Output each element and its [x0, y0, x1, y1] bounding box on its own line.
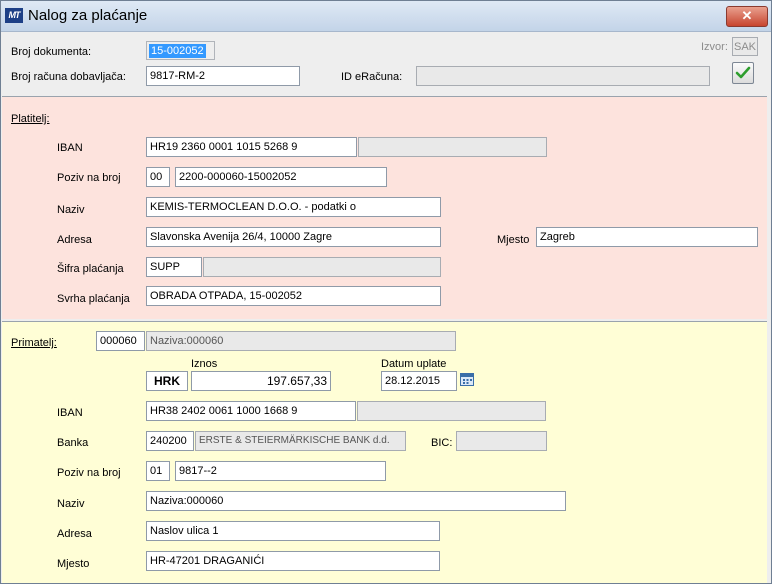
platitelj-naziv-field[interactable]: KEMIS-TERMOCLEAN D.O.O. - podatki o [146, 197, 441, 217]
primatelj-poziv-model-field[interactable]: 01 [146, 461, 170, 481]
title-bar: MT Nalog za plaćanje ✕ [1, 1, 771, 32]
platitelj-mjesto-label: Mjesto [497, 234, 530, 246]
banka-name-field: ERSTE & STEIERMÄRKISCHE BANK d.d. [195, 431, 406, 451]
primatelj-naziv-field[interactable]: Naziva:000060 [146, 491, 566, 511]
iznos-field[interactable]: 197.657,33 [191, 371, 331, 391]
iznos-label: Iznos [191, 358, 218, 370]
close-button[interactable]: ✕ [726, 6, 768, 27]
primatelj-code-field[interactable]: 000060 [96, 331, 145, 351]
platitelj-sifra-label: Šifra plaćanja [57, 263, 124, 275]
banka-label: Banka [57, 437, 89, 449]
primatelj-poziv-field[interactable]: 9817--2 [175, 461, 386, 481]
platitelj-sifra-extra-field [203, 257, 441, 277]
platitelj-iban-extra-field [358, 137, 547, 157]
id-eracuna-label: ID eRačuna: [341, 71, 403, 83]
datum-uplate-label: Datum uplate [381, 358, 447, 370]
primatelj-naziv-label: Naziv [57, 498, 85, 510]
primatelj-poziv-label: Poziv na broj [57, 467, 121, 479]
platitelj-adresa-label: Adresa [57, 234, 92, 246]
broj-dokumenta-label: Broj dokumenta: [11, 46, 92, 58]
primatelj-naziv-readonly: Naziva:000060 [146, 331, 456, 351]
id-eracuna-field[interactable] [416, 66, 710, 86]
platitelj-poziv-label: Poziv na broj [57, 172, 121, 184]
platitelj-section-label: Platitelj: [11, 113, 50, 125]
platitelj-iban-field[interactable]: HR19 2360 0001 1015 5268 9 [146, 137, 357, 157]
bic-label: BIC: [431, 437, 453, 449]
primatelj-adresa-field[interactable]: Naslov ulica 1 [146, 521, 440, 541]
confirm-button[interactable] [732, 62, 754, 84]
banka-code-field[interactable]: 240200 [146, 431, 194, 451]
primatelj-iban-label: IBAN [57, 407, 83, 419]
primatelj-iban-field[interactable]: HR38 2402 0061 1000 1668 9 [146, 401, 356, 421]
platitelj-naziv-label: Naziv [57, 204, 85, 216]
platitelj-svrha-label: Svrha plaćanja [57, 293, 130, 305]
broj-racuna-field[interactable]: 9817-RM-2 [146, 66, 300, 86]
platitelj-poziv-field[interactable]: 2200-000060-15002052 [175, 167, 387, 187]
broj-dokumenta-field[interactable]: 15-002052 [146, 41, 215, 60]
app-logo-icon: MT [5, 8, 23, 23]
primatelj-iban-extra-field [357, 401, 546, 421]
platitelj-mjesto-field[interactable]: Zagreb [536, 227, 758, 247]
izvor-field: SAK [732, 37, 758, 56]
primatelj-adresa-label: Adresa [57, 528, 92, 540]
primatelj-mjesto-label: Mjesto [57, 558, 90, 570]
primatelj-section-label: Primatelj: [11, 337, 57, 349]
currency-field[interactable]: HRK [146, 371, 188, 391]
platitelj-iban-label: IBAN [57, 142, 83, 154]
platitelj-sifra-field[interactable]: SUPP [146, 257, 202, 277]
primatelj-mjesto-field[interactable]: HR-47201 DRAGANIĆI [146, 551, 440, 571]
datum-uplate-field[interactable]: 28.12.2015 [381, 371, 457, 391]
broj-dokumenta-value: 15-002052 [149, 44, 206, 58]
platitelj-adresa-field[interactable]: Slavonska Avenija 26/4, 10000 Zagre [146, 227, 441, 247]
calendar-icon[interactable] [460, 372, 474, 386]
broj-racuna-label: Broj računa dobavljača: [11, 71, 126, 83]
izvor-label: Izvor: [701, 41, 728, 53]
platitelj-poziv-model-field[interactable]: 00 [146, 167, 170, 187]
window-title: Nalog za plaćanje [28, 7, 148, 24]
platitelj-svrha-field[interactable]: OBRADA OTPADA, 15-002052 [146, 286, 441, 306]
checkmark-icon [735, 66, 751, 79]
bic-field [456, 431, 547, 451]
payment-order-window: MT Nalog za plaćanje ✕ Broj dokumenta: 1… [0, 0, 772, 584]
